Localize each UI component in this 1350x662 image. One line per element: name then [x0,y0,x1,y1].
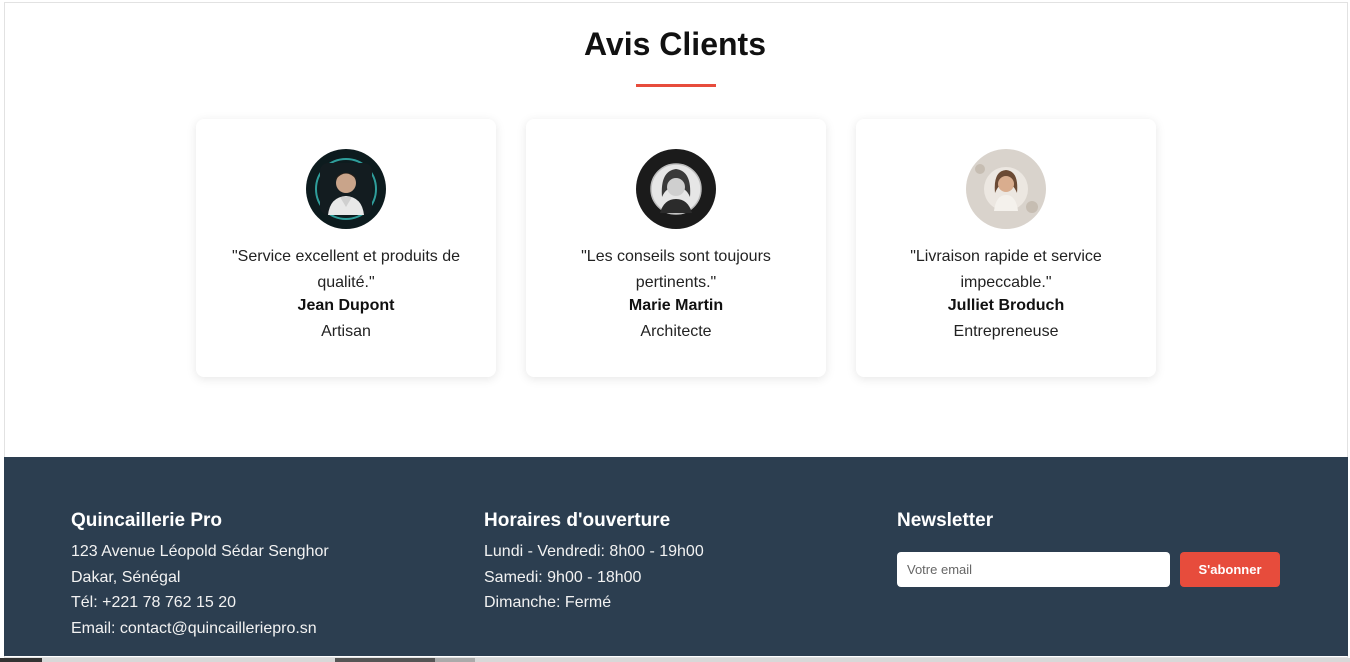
newsletter-email-input[interactable] [897,552,1170,587]
man-portrait-icon [306,149,386,229]
testimonial-name: Julliet Broduch [947,297,1065,314]
site-footer: Quincaillerie Pro 123 Avenue Léopold Séd… [4,457,1348,656]
subscribe-button[interactable]: S'abonner [1180,552,1280,587]
title-underline [636,84,716,87]
hours-saturday: Samedi: 9h00 - 18h00 [484,568,642,586]
avatar-julliet-broduch [966,149,1046,229]
testimonial-card: "Livraison rapide et service impeccable.… [856,119,1156,377]
company-email: Email: contact@quincailleriepro.sn [71,619,317,637]
bottom-edge-segment [0,658,42,662]
testimonial-role: Entrepreneuse [953,323,1059,340]
hours-title: Horaires d'ouverture [484,510,671,531]
testimonial-quote: "Les conseils sont toujours pertinents." [581,248,771,291]
section-title: Avis Clients [584,26,766,62]
bottom-scroll-edge [0,658,1350,662]
hours-sunday: Dimanche: Fermé [484,594,612,611]
company-name: Quincaillerie Pro [71,510,222,531]
testimonial-role: Artisan [321,323,371,340]
bottom-edge-segment [335,658,435,662]
company-address: 123 Avenue Léopold Sédar Senghor [71,543,329,560]
newsletter-title: Newsletter [897,510,994,531]
company-phone: Tél: +221 78 762 15 20 [71,594,237,611]
woman-portrait-icon [966,149,1046,229]
testimonial-quote: "Livraison rapide et service impeccable.… [910,248,1102,291]
footer-company: Quincaillerie Pro 123 Avenue Léopold Séd… [71,509,329,641]
bottom-edge-segment [435,658,475,662]
footer-hours: Horaires d'ouverture Lundi - Vendredi: 8… [484,509,704,616]
testimonial-role: Architecte [640,323,712,340]
woman-portrait-bw-icon [636,149,716,229]
avatar-marie-martin [636,149,716,229]
testimonial-card: "Service excellent et produits de qualit… [196,119,496,377]
avatar-jean-dupont [306,149,386,229]
company-city: Dakar, Sénégal [71,568,181,586]
testimonial-quote: "Service excellent et produits de qualit… [231,248,461,291]
footer-newsletter: Newsletter [897,509,993,539]
testimonial-name: Marie Martin [628,297,724,314]
testimonial-name: Jean Dupont [297,297,395,314]
testimonial-card: "Les conseils sont toujours pertinents."… [526,119,826,377]
hours-weekdays: Lundi - Vendredi: 8h00 - 19h00 [484,543,704,560]
